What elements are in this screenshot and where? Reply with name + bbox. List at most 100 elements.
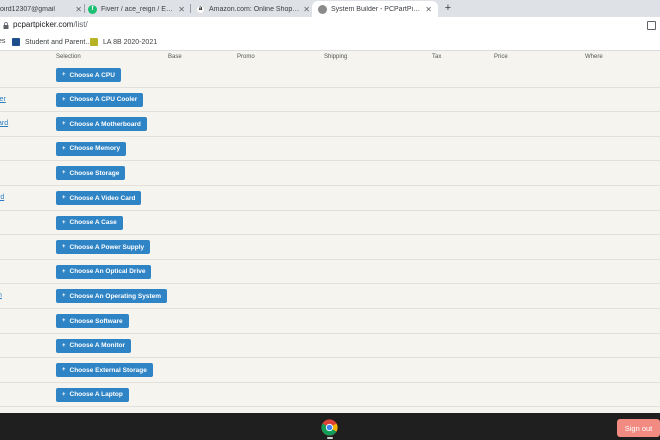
table-row: + Choose A CPU bbox=[0, 63, 660, 88]
component-link[interactable]: ard bbox=[0, 120, 8, 127]
button-label: Choose Storage bbox=[69, 169, 120, 177]
address-bar[interactable]: pcpartpicker.com/list/ bbox=[0, 17, 660, 35]
component-link[interactable]: n bbox=[0, 292, 2, 299]
fiverr-icon: f bbox=[88, 4, 97, 14]
component-link[interactable]: ler bbox=[0, 96, 6, 103]
button-label: Choose A Motherboard bbox=[69, 120, 141, 128]
table-row: + Choose Storage bbox=[0, 161, 660, 186]
tab-title: Amazon.com: Online Shopping bbox=[209, 5, 300, 13]
choose-memory-button[interactable]: + Choose Memory bbox=[56, 141, 127, 156]
bookmark-label: Student and Parent... bbox=[25, 38, 92, 46]
table-row: + Choose Memory bbox=[0, 137, 660, 162]
header-selection: Selection bbox=[56, 54, 81, 60]
table-row: ler +Choose A CPU Cooler bbox=[0, 88, 660, 113]
plus-icon: + bbox=[62, 268, 66, 275]
table-header: Selection Base Promo Shipping Tax Price … bbox=[0, 52, 660, 63]
bookmark-icon bbox=[12, 38, 20, 46]
pcpartpicker-icon bbox=[318, 4, 327, 14]
bookmark-item[interactable]: LA 8B 2020-2021 bbox=[90, 38, 157, 46]
choose-laptop-button[interactable]: + Choose A Laptop bbox=[56, 387, 129, 402]
url-host: pcpartpicker.com bbox=[13, 20, 74, 29]
button-label: Choose Memory bbox=[69, 145, 121, 153]
choose-motherboard-button[interactable]: + Choose A Motherboard bbox=[56, 117, 147, 132]
button-label: Choose A Monitor bbox=[69, 342, 126, 350]
tab-title: Fiverr / ace_reign / Edit Gig bbox=[101, 5, 174, 13]
table-row: + Choose An Optical Drive bbox=[0, 260, 660, 285]
plus-icon: + bbox=[62, 170, 66, 177]
new-tab-button[interactable]: + bbox=[442, 1, 454, 15]
tab-separator bbox=[190, 4, 191, 13]
tab-amazon[interactable]: a Amazon.com: Online Shopping ✕ bbox=[196, 1, 310, 17]
active-indicator bbox=[327, 437, 333, 439]
parts-list: +Choose A CPU ler +Choose A CPU Cooler a… bbox=[0, 63, 660, 413]
close-icon[interactable]: ✕ bbox=[303, 5, 310, 14]
table-row: + Choose External Storage bbox=[0, 358, 660, 383]
bookmark-icon bbox=[90, 38, 98, 46]
tab-strip: oird12307@gmail ✕ f Fiverr / ace_reign /… bbox=[0, 0, 660, 17]
plus-icon: + bbox=[62, 293, 66, 300]
taskbar bbox=[0, 413, 660, 440]
bookmark-label: es bbox=[0, 38, 6, 45]
button-label: Choose A Power Supply bbox=[69, 243, 145, 251]
bookmark-item[interactable]: Student and Parent... bbox=[12, 38, 91, 46]
sign-out-button[interactable]: Sign out bbox=[617, 419, 660, 437]
table-row: rd +Choose A Video Card bbox=[0, 186, 660, 211]
choose-power-supply-button[interactable]: + Choose A Power Supply bbox=[56, 240, 151, 255]
close-icon[interactable]: ✕ bbox=[425, 5, 432, 14]
header-price: Price bbox=[494, 54, 508, 60]
bookmark-item[interactable]: es bbox=[0, 38, 5, 45]
header-where: Where bbox=[585, 54, 603, 60]
choose-cpu-button[interactable]: + Choose A CPU bbox=[56, 68, 121, 82]
button-label: Choose An Operating System bbox=[69, 292, 162, 300]
close-icon[interactable]: ✕ bbox=[75, 5, 82, 14]
tab-title: oird12307@gmail bbox=[0, 5, 55, 13]
button-label: Choose A CPU Cooler bbox=[69, 96, 138, 104]
tab-fiverr[interactable]: f Fiverr / ace_reign / Edit Gig ✕ bbox=[88, 1, 185, 17]
choose-cpu-cooler-button[interactable]: + Choose A CPU Cooler bbox=[56, 92, 144, 107]
tab-gmail[interactable]: oird12307@gmail ✕ bbox=[0, 1, 82, 17]
choose-optical-drive-button[interactable]: + Choose An Optical Drive bbox=[56, 264, 152, 279]
choose-storage-button[interactable]: + Choose Storage bbox=[56, 166, 126, 181]
lock-icon bbox=[3, 22, 9, 29]
header-tax: Tax bbox=[432, 54, 442, 60]
plus-icon: + bbox=[62, 145, 66, 152]
table-row: ard +Choose A Motherboard bbox=[0, 112, 660, 137]
button-label: Choose External Storage bbox=[69, 366, 147, 374]
choose-operating-system-button[interactable]: + Choose An Operating System bbox=[56, 289, 168, 304]
plus-icon: + bbox=[62, 342, 66, 349]
choose-external-storage-button[interactable]: + Choose External Storage bbox=[56, 363, 153, 378]
table-row: + Choose Software bbox=[0, 309, 660, 334]
plus-icon: + bbox=[62, 367, 66, 374]
url-text[interactable]: pcpartpicker.com/list/ bbox=[13, 20, 88, 29]
url-path: /list/ bbox=[73, 20, 88, 29]
table-row: + Choose A Power Supply bbox=[0, 235, 660, 260]
table-row: + Choose A Monitor bbox=[0, 334, 660, 359]
tab-title: System Builder - PCPartPicker bbox=[331, 5, 422, 13]
table-row: n +Choose An Operating System bbox=[0, 284, 660, 309]
bookmark-label: LA 8B 2020-2021 bbox=[103, 38, 158, 46]
table-row: + Choose A Laptop bbox=[0, 383, 660, 408]
button-label: Choose A CPU bbox=[69, 71, 115, 79]
button-label: Choose A Laptop bbox=[69, 391, 123, 399]
choose-monitor-button[interactable]: + Choose A Monitor bbox=[56, 338, 132, 353]
choose-case-button[interactable]: + Choose A Case bbox=[56, 215, 123, 230]
header-promo: Promo bbox=[237, 54, 255, 60]
plus-icon: + bbox=[62, 318, 66, 324]
plus-icon: + bbox=[62, 121, 66, 128]
header-base: Base bbox=[168, 54, 182, 60]
button-label: Choose An Optical Drive bbox=[69, 268, 146, 276]
plus-icon: + bbox=[62, 244, 66, 251]
choose-video-card-button[interactable]: + Choose A Video Card bbox=[56, 191, 142, 205]
component-link[interactable]: rd bbox=[0, 194, 4, 201]
plus-icon: + bbox=[62, 96, 66, 103]
plus-icon: + bbox=[62, 195, 66, 201]
plus-icon: + bbox=[62, 391, 66, 398]
close-icon[interactable]: ✕ bbox=[178, 5, 185, 14]
button-label: Choose A Case bbox=[69, 219, 117, 227]
tab-pcpartpicker[interactable]: System Builder - PCPartPicker ✕ bbox=[312, 1, 438, 17]
header-shipping: Shipping bbox=[324, 54, 348, 60]
chrome-icon[interactable] bbox=[321, 419, 338, 436]
extension-icon[interactable] bbox=[647, 21, 656, 30]
choose-software-button[interactable]: + Choose Software bbox=[56, 314, 129, 328]
tab-separator bbox=[84, 4, 85, 13]
